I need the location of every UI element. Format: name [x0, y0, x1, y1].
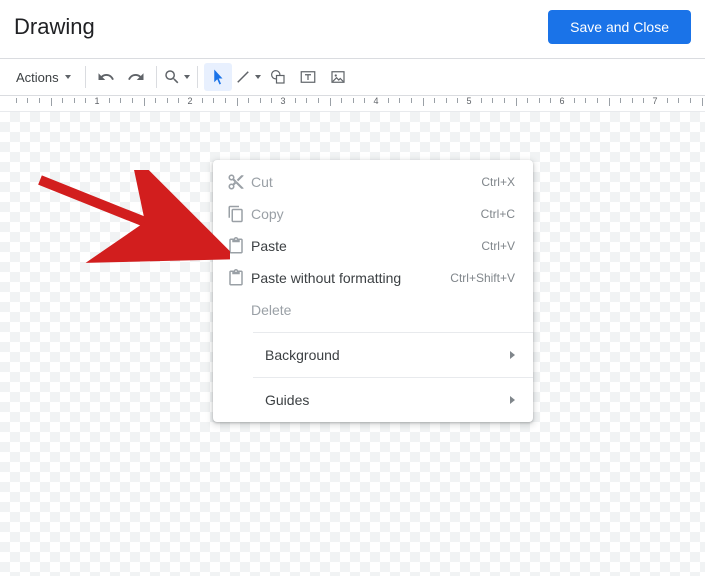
- ruler-number: 6: [559, 96, 564, 106]
- ruler-number: 3: [280, 96, 285, 106]
- menu-item-label: Delete: [251, 302, 515, 318]
- menu-item-label: Cut: [251, 174, 481, 190]
- menu-item-shortcut: Ctrl+Shift+V: [450, 271, 515, 285]
- shape-icon: [269, 68, 287, 86]
- chevron-right-icon: [510, 396, 515, 404]
- redo-icon: [127, 68, 145, 86]
- menu-separator: [253, 332, 533, 333]
- undo-icon: [97, 68, 115, 86]
- menu-item-shortcut: Ctrl+X: [481, 175, 515, 189]
- undo-button[interactable]: [92, 63, 120, 91]
- paste-icon: [227, 237, 251, 255]
- toolbar-divider: [197, 66, 198, 88]
- context-menu-paste-without-formatting[interactable]: Paste without formatting Ctrl+Shift+V: [213, 262, 533, 294]
- line-tool-button[interactable]: [234, 63, 262, 91]
- ruler-number: 7: [652, 96, 657, 106]
- save-and-close-button[interactable]: Save and Close: [548, 10, 691, 44]
- context-menu-copy[interactable]: Copy Ctrl+C: [213, 198, 533, 230]
- horizontal-ruler: 1 2 3 4 5 6 7: [0, 96, 705, 112]
- ruler-number: 4: [373, 96, 378, 106]
- copy-icon: [227, 205, 251, 223]
- toolbar: Actions: [0, 58, 705, 96]
- cut-icon: [227, 173, 251, 191]
- context-menu-delete[interactable]: Delete: [213, 294, 533, 326]
- image-tool-button[interactable]: [324, 63, 352, 91]
- redo-button[interactable]: [122, 63, 150, 91]
- context-menu: Cut Ctrl+X Copy Ctrl+C Paste Ctrl+V Past…: [213, 160, 533, 422]
- context-menu-guides[interactable]: Guides: [213, 384, 533, 416]
- toolbar-divider: [85, 66, 86, 88]
- menu-separator: [253, 377, 533, 378]
- textbox-icon: [299, 68, 317, 86]
- paste-plain-icon: [227, 269, 251, 287]
- actions-menu-button[interactable]: Actions: [8, 63, 79, 91]
- ruler-number: 5: [466, 96, 471, 106]
- menu-item-label: Guides: [265, 392, 510, 408]
- shape-tool-button[interactable]: [264, 63, 292, 91]
- cursor-icon: [209, 68, 227, 86]
- menu-item-shortcut: Ctrl+V: [481, 239, 515, 253]
- ruler-number: 1: [94, 96, 99, 106]
- dialog-title: Drawing: [14, 14, 95, 40]
- actions-label: Actions: [16, 70, 59, 85]
- menu-item-label: Background: [265, 347, 510, 363]
- dialog-header: Drawing Save and Close: [0, 0, 705, 58]
- ruler-number: 2: [187, 96, 192, 106]
- context-menu-paste[interactable]: Paste Ctrl+V: [213, 230, 533, 262]
- menu-item-label: Copy: [251, 206, 481, 222]
- image-icon: [329, 68, 347, 86]
- menu-item-label: Paste without formatting: [251, 270, 450, 286]
- menu-item-label: Paste: [251, 238, 481, 254]
- menu-item-shortcut: Ctrl+C: [481, 207, 515, 221]
- zoom-button[interactable]: [163, 63, 191, 91]
- line-icon: [234, 68, 252, 86]
- toolbar-divider: [156, 66, 157, 88]
- select-tool-button[interactable]: [204, 63, 232, 91]
- context-menu-cut[interactable]: Cut Ctrl+X: [213, 166, 533, 198]
- chevron-right-icon: [510, 351, 515, 359]
- textbox-tool-button[interactable]: [294, 63, 322, 91]
- zoom-icon: [163, 68, 181, 86]
- context-menu-background[interactable]: Background: [213, 339, 533, 371]
